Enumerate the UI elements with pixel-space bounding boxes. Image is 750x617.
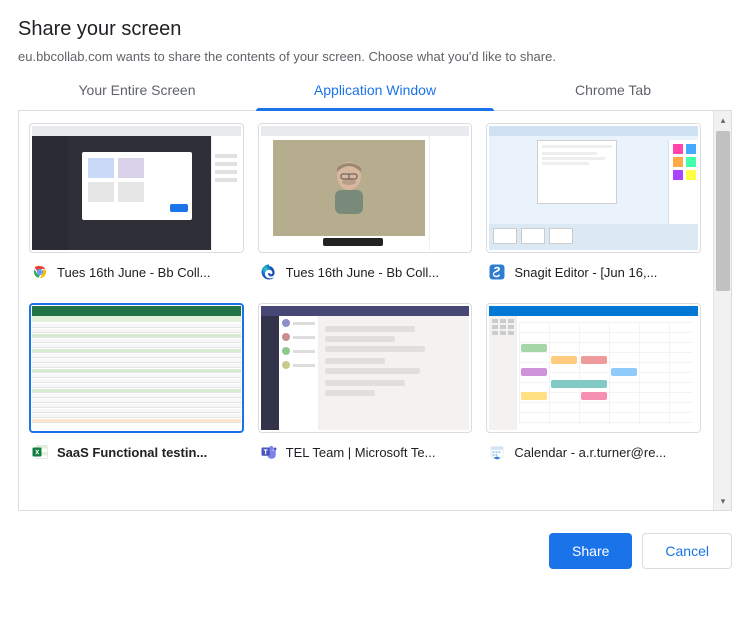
- scroll-down-icon[interactable]: ▾: [714, 492, 732, 510]
- app-tile-excel[interactable]: SaaS Functional testin...: [29, 303, 244, 465]
- scroll-thumb[interactable]: [716, 131, 730, 291]
- app-label: SaaS Functional testin...: [57, 445, 207, 460]
- excel-icon: [31, 443, 49, 461]
- chrome-icon: [31, 263, 49, 281]
- share-button[interactable]: Share: [549, 533, 632, 569]
- dialog-footer: Share Cancel: [18, 511, 732, 569]
- app-label: Tues 16th June - Bb Coll...: [286, 265, 439, 280]
- scroll-up-icon[interactable]: ▴: [714, 111, 732, 129]
- thumbnail: [486, 123, 701, 253]
- app-tile-snagit[interactable]: Snagit Editor - [Jun 16,...: [486, 123, 701, 285]
- app-tile-teams[interactable]: TEL Team | Microsoft Te...: [258, 303, 473, 465]
- outlook-calendar-icon: [488, 443, 506, 461]
- thumbnail: [486, 303, 701, 433]
- app-tile-edge[interactable]: Tues 16th June - Bb Coll...: [258, 123, 473, 285]
- thumbnail: [29, 303, 244, 433]
- app-label: TEL Team | Microsoft Te...: [286, 445, 436, 460]
- tab-entire-screen[interactable]: Your Entire Screen: [18, 68, 256, 110]
- app-label: Tues 16th June - Bb Coll...: [57, 265, 210, 280]
- thumbnail: [29, 123, 244, 253]
- share-tabs: Your Entire Screen Application Window Ch…: [18, 68, 732, 111]
- application-grid: Tues 16th June - Bb Coll...: [29, 123, 721, 465]
- thumbnail: [258, 303, 473, 433]
- cancel-button[interactable]: Cancel: [642, 533, 732, 569]
- scrollbar[interactable]: ▴ ▾: [713, 111, 731, 510]
- teams-icon: [260, 443, 278, 461]
- tab-application-window[interactable]: Application Window: [256, 68, 494, 110]
- edge-icon: [260, 263, 278, 281]
- application-panel: Tues 16th June - Bb Coll...: [18, 111, 732, 511]
- app-label: Snagit Editor - [Jun 16,...: [514, 265, 657, 280]
- app-tile-outlook-calendar[interactable]: Calendar - a.r.turner@re...: [486, 303, 701, 465]
- dialog-subtitle: eu.bbcollab.com wants to share the conte…: [18, 49, 732, 64]
- app-tile-chrome[interactable]: Tues 16th June - Bb Coll...: [29, 123, 244, 285]
- dialog-title: Share your screen: [18, 18, 732, 41]
- app-label: Calendar - a.r.turner@re...: [514, 445, 666, 460]
- tab-chrome-tab[interactable]: Chrome Tab: [494, 68, 732, 110]
- snagit-icon: [488, 263, 506, 281]
- thumbnail: [258, 123, 473, 253]
